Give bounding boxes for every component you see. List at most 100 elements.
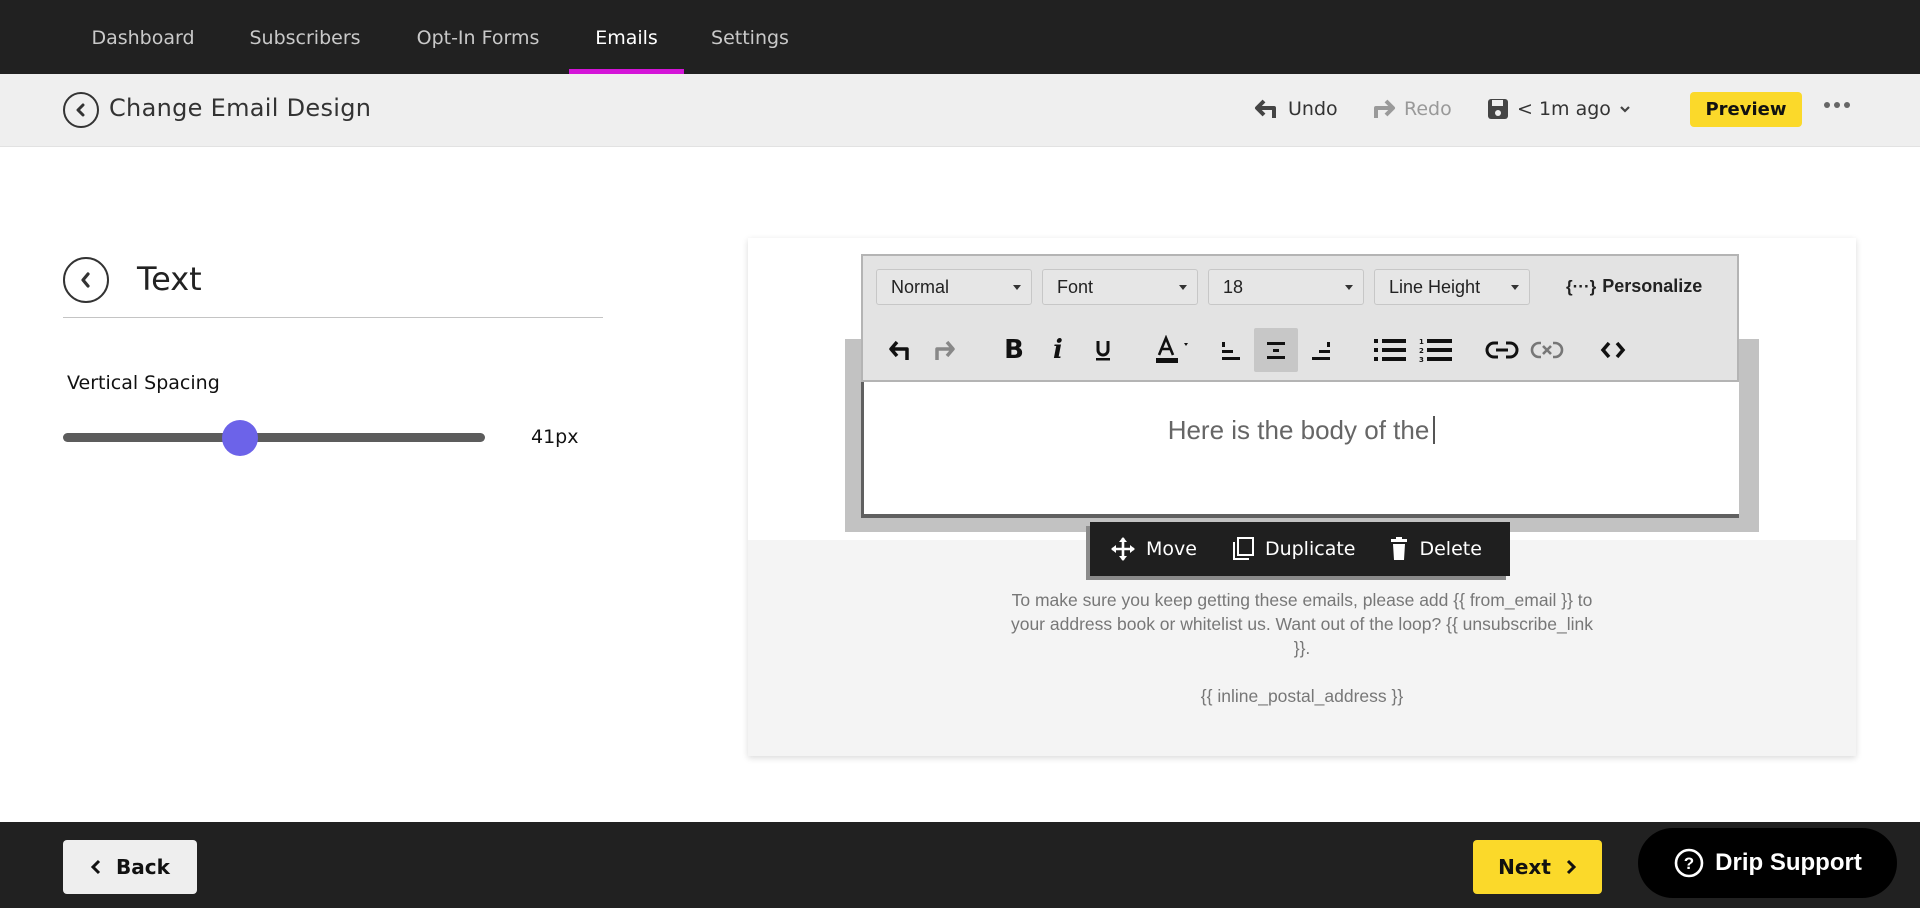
delete-label: Delete (1419, 538, 1482, 560)
underline-button[interactable] (1081, 328, 1125, 372)
text-color-button[interactable] (1146, 328, 1198, 372)
align-left-icon (1222, 342, 1240, 360)
text-editor: Normal Font 18 Line Height {···} Persona… (861, 254, 1739, 534)
caret-down-icon (1179, 285, 1187, 290)
line-height-dropdown[interactable]: Line Height (1374, 269, 1530, 305)
redo-icon (935, 340, 955, 360)
redo-button[interactable]: Redo (1370, 98, 1452, 120)
editor-body-text[interactable]: Here is the body of the (864, 415, 1739, 446)
chevron-down-icon (1620, 106, 1630, 113)
nav-tab-emails[interactable]: Emails (569, 0, 684, 74)
move-label: Move (1146, 538, 1197, 560)
page-title: Change Email Design (109, 94, 372, 122)
svg-text:?: ? (1684, 854, 1694, 873)
undo-arrow-icon (1255, 99, 1276, 118)
source-code-button[interactable] (1591, 328, 1635, 372)
vertical-spacing-value: 41px (531, 426, 579, 448)
undo-label: Undo (1288, 98, 1338, 120)
bottom-bar: Back Next ? Drip Support (0, 822, 1920, 908)
nav-tab-subscribers[interactable]: Subscribers (236, 0, 374, 74)
remove-link-button[interactable] (1525, 328, 1569, 372)
delete-block-button[interactable]: Delete (1389, 537, 1482, 561)
panel-back-button[interactable] (63, 257, 109, 303)
svg-text:3: 3 (1419, 356, 1424, 363)
font-size-dropdown[interactable]: 18 (1208, 269, 1364, 305)
preview-button[interactable]: Preview (1690, 92, 1802, 127)
save-status-label: < 1m ago (1517, 98, 1611, 120)
page-header: Change Email Design Undo Redo < 1m ago P… (0, 74, 1920, 147)
personalize-braces-icon: {···} (1566, 276, 1597, 296)
bold-button[interactable]: B (992, 328, 1036, 372)
underline-icon (1096, 341, 1110, 361)
vertical-spacing-slider[interactable] (63, 433, 485, 442)
next-button[interactable]: Next (1473, 840, 1602, 894)
vertical-spacing-slider-thumb[interactable] (222, 420, 259, 456)
caret-down-icon (1345, 285, 1353, 290)
unlink-icon (1530, 341, 1564, 359)
undo-icon (889, 340, 909, 360)
chevron-right-icon (1566, 859, 1576, 875)
caret-down-icon (1511, 285, 1519, 290)
align-left-button[interactable] (1209, 328, 1253, 372)
vertical-spacing-label: Vertical Spacing (67, 372, 220, 394)
numbered-list-icon: 123 (1419, 338, 1452, 363)
italic-icon: i (1053, 335, 1063, 365)
next-label: Next (1498, 855, 1551, 879)
redo-arrow-icon (1374, 99, 1395, 118)
bold-icon: B (1004, 335, 1024, 365)
move-block-button[interactable]: Move (1110, 536, 1197, 562)
personalize-label: Personalize (1602, 276, 1703, 296)
duplicate-block-button[interactable]: Duplicate (1231, 536, 1356, 562)
back-button[interactable]: Back (63, 840, 197, 894)
header-back-button[interactable] (63, 92, 99, 128)
editor-content[interactable]: Here is the body of the (861, 382, 1739, 518)
move-arrows-icon (1111, 537, 1135, 561)
drip-support-button[interactable]: ? Drip Support (1638, 828, 1897, 898)
more-dot-icon (1844, 102, 1850, 108)
email-footer-notice: To make sure you keep getting these emai… (1010, 590, 1594, 658)
format-dropdown-value: Normal (891, 277, 950, 297)
align-center-icon (1267, 342, 1285, 359)
help-question-icon: ? (1674, 848, 1704, 878)
save-disk-icon (1488, 99, 1508, 119)
editor-toolbar: Normal Font 18 Line Height {···} Persona… (861, 254, 1739, 382)
insert-link-button[interactable] (1480, 328, 1524, 372)
bullet-list-icon (1374, 339, 1406, 361)
more-dot-icon (1834, 102, 1840, 108)
nav-tab-settings[interactable]: Settings (700, 0, 800, 74)
align-right-button[interactable] (1299, 328, 1343, 372)
duplicate-label: Duplicate (1264, 538, 1356, 560)
link-icon (1485, 341, 1519, 359)
more-dot-icon (1824, 102, 1830, 108)
bullet-list-button[interactable] (1368, 328, 1412, 372)
block-actions-toolbar: Move Duplicate Delete (1090, 522, 1510, 576)
font-dropdown-value: Font (1057, 277, 1094, 297)
more-options-button[interactable] (1824, 102, 1850, 108)
editor-redo-button[interactable] (922, 328, 966, 372)
panel-divider (63, 317, 603, 318)
chevron-left-icon (81, 272, 90, 288)
format-dropdown[interactable]: Normal (876, 269, 1032, 305)
font-dropdown[interactable]: Font (1042, 269, 1198, 305)
line-height-dropdown-value: Line Height (1389, 277, 1481, 297)
numbered-list-button[interactable]: 123 (1414, 328, 1458, 372)
nav-tab-dashboard[interactable]: Dashboard (70, 0, 216, 74)
editor-undo-button[interactable] (878, 328, 922, 372)
top-navigation: Dashboard Subscribers Opt-In Forms Email… (0, 0, 1920, 74)
italic-button[interactable]: i (1036, 328, 1080, 372)
align-center-button[interactable] (1254, 328, 1298, 372)
code-icon (1600, 341, 1626, 359)
font-size-dropdown-value: 18 (1223, 277, 1244, 297)
align-right-icon (1312, 342, 1330, 360)
undo-button[interactable]: Undo (1254, 98, 1338, 120)
personalize-button[interactable]: {···} Personalize (1566, 276, 1702, 297)
nav-tab-opt-in-forms[interactable]: Opt-In Forms (400, 0, 556, 74)
text-cursor (1433, 416, 1436, 444)
caret-down-icon (1013, 285, 1021, 290)
email-footer-address: {{ inline_postal_address }} (1200, 686, 1404, 706)
chevron-left-icon (76, 103, 85, 117)
trash-icon (1391, 537, 1408, 560)
chevron-left-icon (90, 859, 101, 875)
panel-title: Text (137, 260, 202, 298)
save-status-dropdown[interactable]: < 1m ago (1487, 98, 1631, 120)
